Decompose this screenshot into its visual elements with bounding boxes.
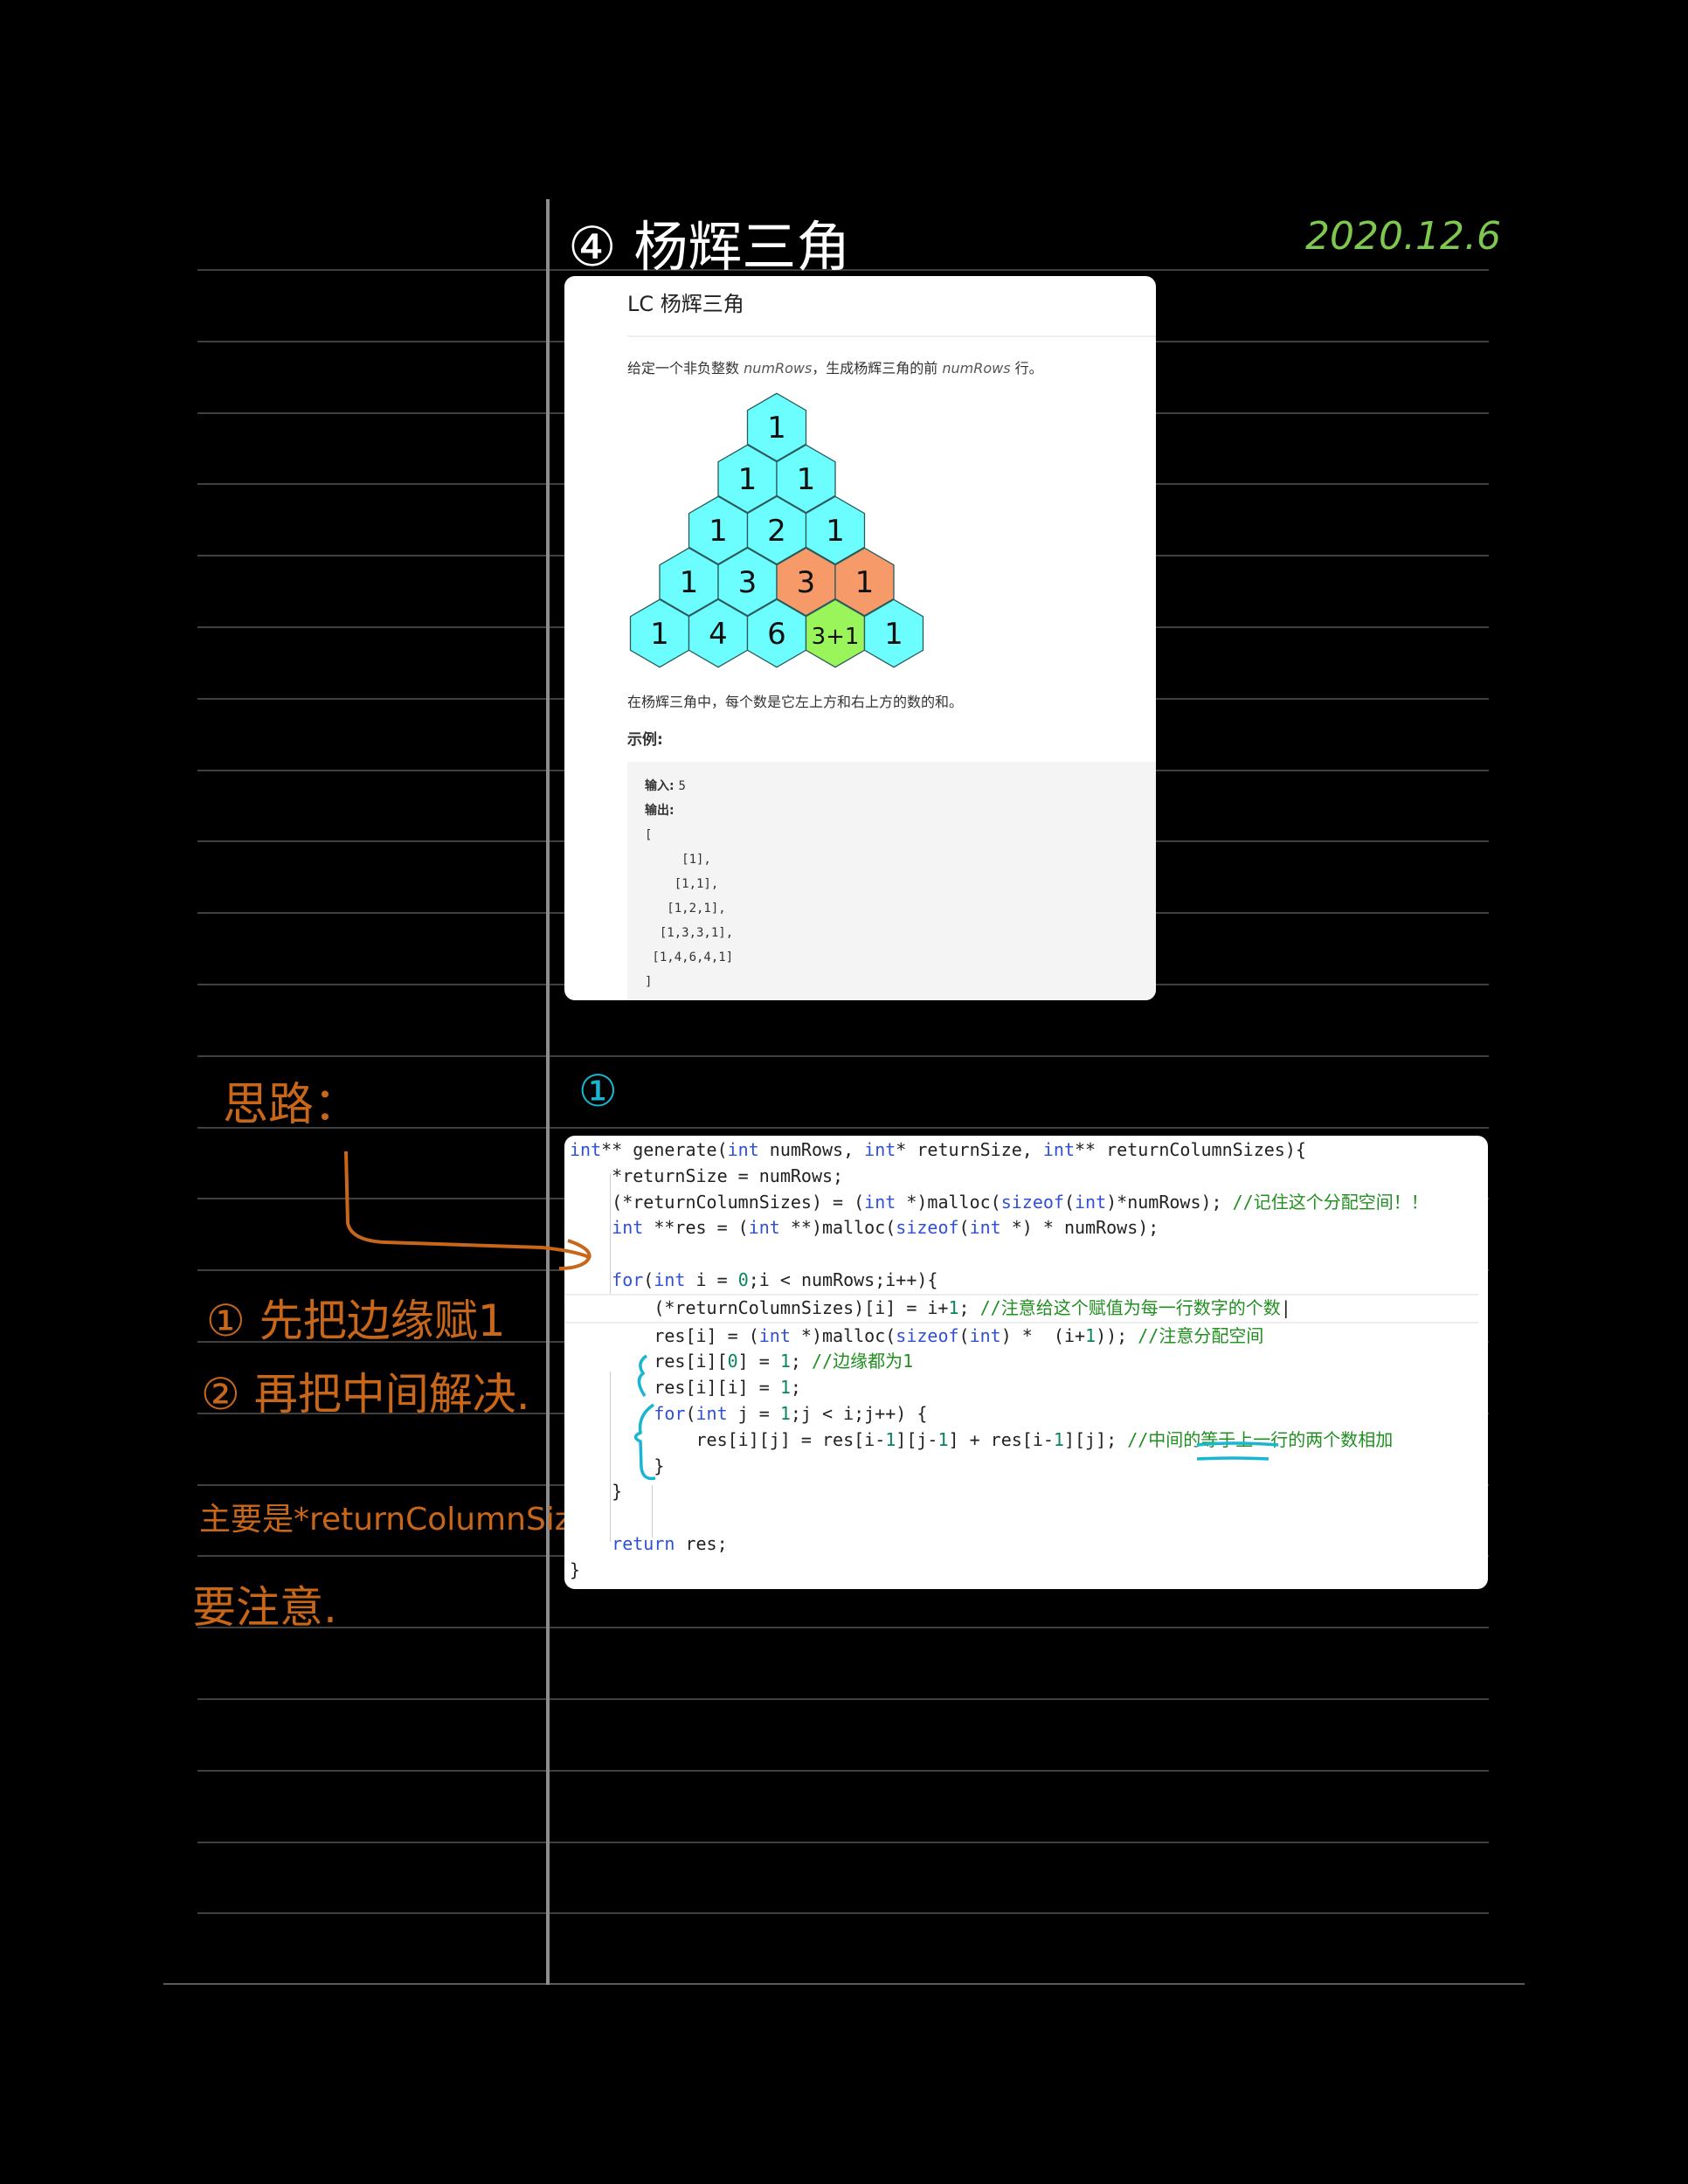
hex-value: 4	[709, 617, 728, 652]
pascal-triangle-figure: 11 11 2 11 3 3 11 4 6 3+1 1	[629, 392, 924, 668]
hex-value: 1	[855, 565, 875, 600]
rule-line	[197, 1054, 1489, 1057]
hex-value: 1	[767, 411, 786, 446]
hex-value: 1	[826, 514, 845, 549]
rule-line	[197, 1841, 1489, 1843]
note-step-2: ② 再把中间解决.	[201, 1369, 530, 1420]
output-line: [1,2,1],	[667, 902, 726, 916]
example-block: 输入: 5 输出: [ [1], [1,1], [1,2,1], [1,3,3,…	[627, 762, 1156, 1000]
note-remark-1: 主要是*returnColumnSize	[199, 1502, 591, 1538]
hex-value: 3	[738, 565, 758, 600]
hex-value: 1	[738, 462, 758, 497]
hex-value: 6	[767, 617, 786, 652]
hex-value: 3+1	[812, 624, 860, 650]
hex-value: 1	[650, 617, 669, 652]
page-title: ④ 杨辉三角	[568, 215, 851, 279]
problem-caption: 在杨辉三角中，每个数是它左上方和右上方的数的和。	[627, 694, 964, 710]
hex-value: 1	[680, 565, 699, 600]
rule-line-bottom	[163, 1983, 1525, 1985]
note-step-1: ① 先把边缘赋1	[206, 1296, 506, 1346]
margin-line	[546, 199, 550, 1985]
section-marker: ①	[578, 1066, 618, 1116]
date-note: 2020.12.6	[1305, 214, 1501, 259]
output-line: [1,1],	[674, 877, 719, 891]
hex-value: 1	[709, 514, 728, 549]
arrow-stroke	[344, 1151, 591, 1260]
output-line: [1,3,3,1],	[659, 926, 734, 940]
output-line: [	[645, 828, 653, 842]
rule-line	[197, 1698, 1489, 1700]
problem-screenshot: LC 杨辉三角 给定一个非负整数 numRows，生成杨辉三角的前 numRow…	[564, 276, 1156, 1000]
rule-line	[197, 1627, 1489, 1629]
hex-value: 2	[767, 514, 786, 549]
code-screenshot: int** generate(int numRows, int* returnS…	[564, 1136, 1488, 1589]
hex-value: 1	[884, 617, 903, 652]
hex-value: 3	[797, 565, 816, 600]
code-body: int** generate(int numRows, int* returnS…	[564, 1137, 1478, 1584]
output-line: [1,4,6,4,1]	[652, 950, 734, 964]
rule-line	[197, 1126, 1489, 1129]
hex-value: 1	[797, 462, 816, 497]
output-line: ]	[645, 975, 653, 989]
note-remark-2: 要注意.	[192, 1582, 337, 1633]
output-line: [1],	[681, 853, 711, 867]
rule-line	[197, 1769, 1489, 1772]
notes-heading: 思路：	[223, 1079, 360, 1131]
example-label: 示例:	[627, 731, 663, 749]
rule-line	[197, 1912, 1489, 1915]
